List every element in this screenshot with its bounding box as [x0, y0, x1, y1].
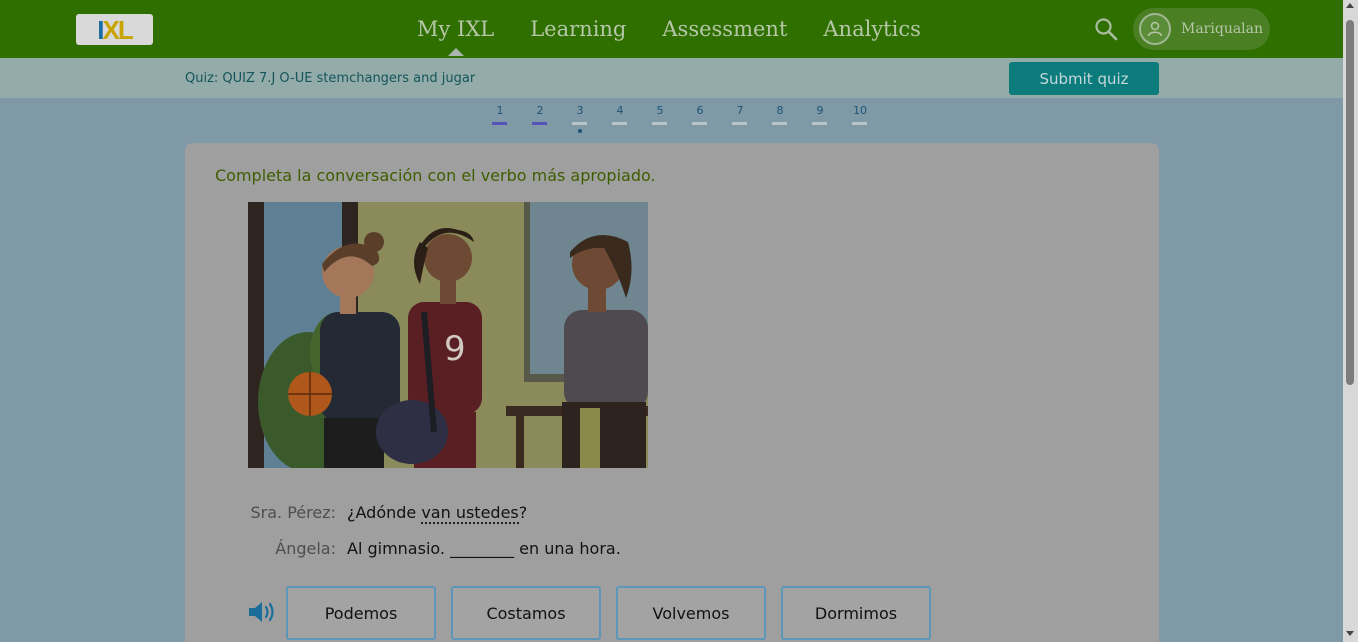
pager-item-1[interactable]: 1: [480, 104, 520, 134]
question-prompt: Completa la conversación con el verbo má…: [215, 166, 656, 185]
logo-text: IXL: [97, 14, 133, 45]
username: Mariqualan: [1181, 21, 1264, 37]
pager-item-5[interactable]: 5: [640, 104, 680, 134]
pager-item-9[interactable]: 9: [800, 104, 840, 134]
pager-item-2[interactable]: 2: [520, 104, 560, 134]
main-nav: My IXL Learning Assessment Analytics: [417, 0, 921, 58]
answer-choice-volvemos[interactable]: Volvemos: [616, 586, 766, 640]
speaker-label: Sra. Pérez:: [250, 503, 337, 522]
nav-my-ixl[interactable]: My IXL: [417, 17, 494, 41]
audio-speaker-icon[interactable]: [247, 600, 277, 624]
pager-item-4[interactable]: 4: [600, 104, 640, 134]
top-navigation: IXL My IXL Learning Assessment Analytics…: [0, 0, 1343, 58]
question-card: Completa la conversación con el verbo má…: [185, 143, 1159, 642]
user-avatar-icon: [1139, 13, 1171, 45]
question-illustration: 9: [248, 202, 648, 468]
quiz-bar: Quiz: QUIZ 7.J O-UE stemchangers and jug…: [0, 58, 1343, 98]
current-page-indicator: [578, 129, 582, 133]
nav-analytics[interactable]: Analytics: [823, 17, 920, 41]
pager-item-7[interactable]: 7: [720, 104, 760, 134]
scroll-thumb[interactable]: [1346, 20, 1354, 385]
user-menu[interactable]: Mariqualan: [1133, 8, 1270, 50]
quiz-title: Quiz: QUIZ 7.J O-UE stemchangers and jug…: [185, 71, 476, 86]
answer-blank: ________: [450, 539, 515, 558]
answer-choice-dormimos[interactable]: Dormimos: [781, 586, 931, 640]
svg-text:9: 9: [444, 329, 466, 369]
scroll-down-arrow-icon[interactable]: [1346, 631, 1354, 636]
pager-item-10[interactable]: 10: [840, 104, 880, 134]
question-pager: 1 2 3 4 5 6 7 8 9 10: [480, 104, 880, 134]
search-icon[interactable]: [1094, 17, 1118, 41]
pager-item-6[interactable]: 6: [680, 104, 720, 134]
vertical-scrollbar[interactable]: [1343, 0, 1358, 642]
pager-item-8[interactable]: 8: [760, 104, 800, 134]
nav-learning[interactable]: Learning: [530, 17, 626, 41]
answer-choice-costamos[interactable]: Costamos: [451, 586, 601, 640]
pager-item-3[interactable]: 3: [560, 104, 600, 134]
ixl-logo[interactable]: IXL: [76, 14, 153, 45]
answer-choice-podemos[interactable]: Podemos: [286, 586, 436, 640]
nav-assessment[interactable]: Assessment: [662, 17, 787, 41]
vocab-hint[interactable]: van ustedes: [421, 503, 519, 524]
scroll-up-arrow-icon[interactable]: [1346, 3, 1354, 8]
dialogue-text: Al gimnasio. ________ en una hora.: [347, 539, 621, 558]
dialogue-text: ¿Adónde van ustedes?: [347, 503, 528, 524]
speaker-label: Ángela:: [275, 539, 336, 558]
submit-quiz-button[interactable]: Submit quiz: [1009, 62, 1159, 95]
